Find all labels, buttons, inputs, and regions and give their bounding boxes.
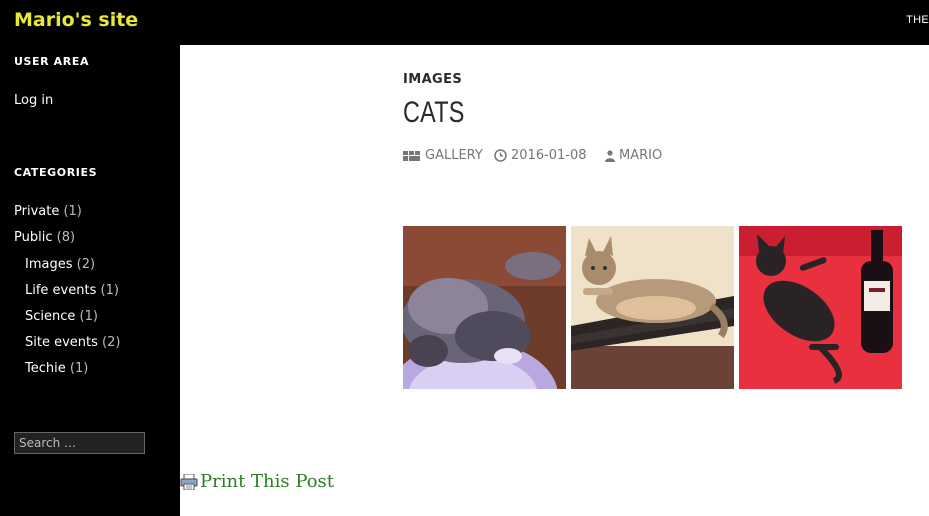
category-count: (1)	[63, 204, 82, 219]
gallery-thumbnail-2[interactable]	[571, 226, 734, 389]
category-item-site-events[interactable]: Site events (2)	[25, 335, 120, 350]
gallery-icon	[403, 150, 420, 161]
login-link[interactable]: Log in	[14, 93, 53, 108]
post-format-link[interactable]: GALLERY	[403, 148, 483, 163]
print-post-label: Print This Post	[200, 471, 335, 492]
category-count: (1)	[79, 309, 98, 324]
post-author-link[interactable]: MARIO	[605, 148, 662, 163]
tabby-cat-photo	[571, 226, 734, 389]
print-post-link[interactable]: Print This Post	[180, 471, 334, 492]
category-count: (2)	[102, 335, 121, 350]
post-title: CATS	[403, 96, 465, 129]
post-date-link[interactable]: 2016-01-08	[494, 148, 587, 163]
post-date: 2016-01-08	[511, 148, 587, 163]
user-area-title: USER AREA	[14, 55, 90, 68]
category-count: (8)	[56, 230, 76, 245]
categories-title: CATEGORIES	[14, 166, 98, 179]
category-item-private[interactable]: Private (1)	[14, 204, 82, 219]
clock-icon	[494, 149, 507, 162]
person-icon	[605, 149, 615, 162]
fluffy-cat-photo	[403, 226, 566, 389]
category-count: (1)	[100, 283, 119, 298]
gallery-thumbnail-1[interactable]	[403, 226, 566, 389]
category-item-images[interactable]: Images (2)	[25, 257, 95, 272]
category-label: Site events	[25, 335, 98, 350]
post-author: MARIO	[619, 148, 663, 163]
category-count: (2)	[76, 257, 96, 272]
category-label: Techie	[25, 361, 66, 376]
category-label: Life events	[25, 283, 97, 298]
top-nav-text[interactable]: THE	[906, 14, 929, 26]
post-category-link[interactable]: IMAGES	[403, 72, 462, 87]
gallery-thumbnail-3[interactable]	[739, 226, 902, 389]
category-item-science[interactable]: Science (1)	[25, 309, 98, 324]
category-label: Private	[14, 204, 60, 219]
category-label: Public	[14, 230, 53, 245]
black-cat-with-wine-photo	[739, 226, 902, 389]
search-input[interactable]: Search …	[14, 432, 145, 454]
site-title[interactable]: Mario's site	[14, 9, 138, 31]
printer-icon	[180, 473, 198, 490]
category-label: Science	[25, 309, 76, 324]
category-item-life-events[interactable]: Life events (1)	[25, 283, 119, 298]
category-label: Images	[25, 257, 73, 272]
post-format-label: GALLERY	[425, 148, 483, 163]
category-item-techie[interactable]: Techie (1)	[25, 361, 88, 376]
top-bar: Mario's site THE	[0, 0, 929, 45]
category-item-public[interactable]: Public (8)	[14, 230, 75, 245]
sidebar: USER AREA Log in CATEGORIES Private (1) …	[0, 45, 180, 516]
category-count: (1)	[69, 361, 89, 376]
